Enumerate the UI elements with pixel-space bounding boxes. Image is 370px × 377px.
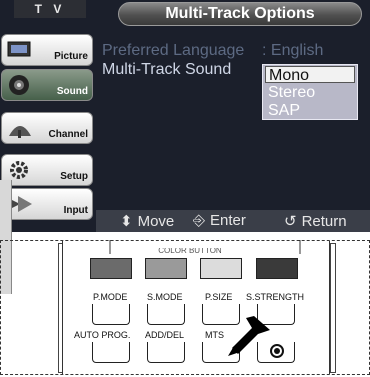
tv-mode-label: T V <box>14 0 86 18</box>
preferred-language-label[interactable]: Preferred Language <box>102 42 244 60</box>
psize-label: P.SIZE <box>205 292 233 302</box>
smode-button[interactable] <box>147 304 185 325</box>
sidebar-item-label: Input <box>63 205 88 216</box>
pmode-button[interactable] <box>92 304 130 325</box>
enter-icon: ⎆ <box>193 212 206 229</box>
tv-osd-screen: T V Multi-Track Options Picture Sound Ch… <box>0 0 370 232</box>
setup-icon <box>10 161 28 179</box>
auto-prog-button[interactable] <box>92 342 130 363</box>
sound-icon <box>9 75 29 95</box>
red-button[interactable] <box>90 258 132 279</box>
sidebar-item-input[interactable]: Input <box>1 188 93 220</box>
blue-button[interactable] <box>256 258 298 279</box>
sidebar-item-setup[interactable]: Setup <box>1 154 93 186</box>
sidebar-item-label: Setup <box>60 171 88 182</box>
multi-track-sound-label[interactable]: Multi-Track Sound <box>102 61 231 79</box>
add-del-button[interactable] <box>147 342 185 363</box>
sidebar-item-label: Picture <box>54 51 88 62</box>
return-label: Return <box>301 213 347 230</box>
multi-track-sound-dropdown[interactable]: Mono Stereo SAP <box>262 64 358 120</box>
channel-icon <box>9 126 31 138</box>
enter-label: Enter <box>210 212 246 229</box>
remote-right-edge <box>330 243 336 373</box>
sidebar-item-channel[interactable]: Channel <box>1 112 93 144</box>
navigation-hint-bar: ⬍ Move ⎆ Enter ↺ Return <box>96 210 370 232</box>
sidebar-item-label: Channel <box>48 129 88 140</box>
sidebar-item-sound[interactable]: Sound <box>1 69 93 101</box>
smode-label: S.MODE <box>147 292 183 302</box>
sidebar-item-label: Sound <box>56 86 88 97</box>
option-sap[interactable]: SAP <box>265 102 355 119</box>
return-hint: ↺ Return <box>284 212 347 230</box>
color-buttons-title: COLOR BUTTON <box>158 248 222 255</box>
pointer-arrow-icon <box>228 316 270 356</box>
move-label: Move <box>137 213 175 230</box>
auto-prog-label: AUTO PROG. <box>74 330 131 340</box>
move-hint: ⬍ Move <box>120 212 174 230</box>
up-down-arrow-icon: ⬍ <box>120 213 133 230</box>
yellow-button[interactable] <box>200 258 242 279</box>
sstrength-label: S.STRENGTH <box>246 292 305 302</box>
return-icon: ↺ <box>284 213 297 230</box>
menu-title: Multi-Track Options <box>118 2 362 26</box>
option-mono[interactable]: Mono <box>265 66 355 84</box>
pmode-label: P.MODE <box>93 292 128 302</box>
sidebar: Picture Sound Channel Setup Input <box>0 32 96 232</box>
enter-hint: ⎆ Enter <box>193 212 246 229</box>
picture-icon <box>7 41 31 57</box>
preferred-language-value: : English <box>262 42 324 59</box>
add-del-label: ADD/DEL <box>145 330 185 340</box>
green-button[interactable] <box>145 258 187 279</box>
option-stereo[interactable]: Stereo <box>265 84 355 101</box>
sidebar-item-picture[interactable]: Picture <box>1 34 93 66</box>
